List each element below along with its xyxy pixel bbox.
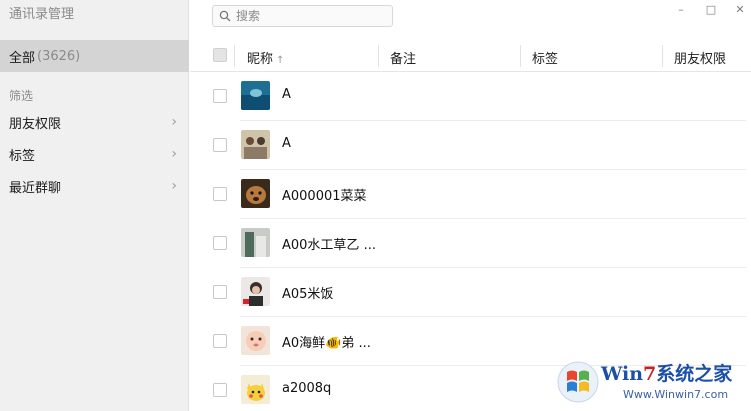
column-remark[interactable]: 备注 <box>390 48 416 67</box>
row-checkbox[interactable] <box>213 236 227 250</box>
row-checkbox[interactable] <box>213 334 227 348</box>
filter-item-permissions[interactable]: 朋友权限 › <box>0 108 189 136</box>
row-checkbox[interactable] <box>213 187 227 201</box>
nav-all-contacts[interactable]: 全部 (3626) <box>0 40 189 72</box>
search-box[interactable] <box>212 5 393 27</box>
search-icon <box>219 7 231 26</box>
close-icon[interactable]: ✕ <box>732 2 748 16</box>
table-row[interactable]: A <box>190 121 751 170</box>
contact-name: A00水工草乙 ... <box>282 238 376 253</box>
column-permissions[interactable]: 朋友权限 <box>674 48 726 67</box>
filter-item-tags[interactable]: 标签 › <box>0 140 189 168</box>
minimize-icon[interactable]: – <box>673 2 689 16</box>
sort-asc-icon: ↑ <box>276 55 285 66</box>
table-row[interactable]: A05米饭 <box>190 268 751 317</box>
avatar <box>241 81 270 110</box>
table-row[interactable]: A <box>190 72 751 121</box>
windows-logo-icon <box>557 361 599 403</box>
contact-name: A05米饭 <box>282 287 334 302</box>
avatar <box>241 375 270 404</box>
column-divider <box>378 45 379 67</box>
filter-heading: 筛选 <box>9 89 34 103</box>
row-checkbox[interactable] <box>213 285 227 299</box>
chevron-right-icon: › <box>171 146 177 162</box>
avatar <box>241 179 270 208</box>
table-row[interactable]: A000001菜菜 <box>190 170 751 219</box>
row-checkbox[interactable] <box>213 89 227 103</box>
contact-name: a2008q <box>282 381 332 396</box>
watermark-subtitle: Www.Winwin7.com <box>623 388 729 401</box>
nav-all-count: (3626) <box>37 48 81 64</box>
app-title: 通讯录管理 <box>9 7 75 22</box>
column-nickname-label: 昵称 <box>247 52 274 67</box>
filter-item-label: 最近群聊 <box>9 180 62 196</box>
table-row[interactable]: A00水工草乙 ... <box>190 219 751 268</box>
contact-name: A0海鲜🐠弟 ... <box>282 336 371 351</box>
avatar <box>241 130 270 159</box>
maximize-icon[interactable]: □ <box>703 2 719 16</box>
select-all-checkbox[interactable] <box>213 48 227 62</box>
avatar <box>241 228 270 257</box>
contact-name: A <box>282 136 291 151</box>
column-divider <box>234 45 235 67</box>
column-tags[interactable]: 标签 <box>532 48 558 67</box>
row-checkbox[interactable] <box>213 138 227 152</box>
watermark: Win7系统之家 Www.Winwin7.com <box>553 355 751 411</box>
contact-name: A000001菜菜 <box>282 189 367 204</box>
chevron-right-icon: › <box>171 114 177 130</box>
table-header: 昵称 ↑ 备注 标签 朋友权限 <box>190 40 751 72</box>
column-divider <box>520 45 521 67</box>
sidebar: 通讯录管理 全部 (3626) 筛选 朋友权限 › 标签 › 最近群聊 › <box>0 0 189 411</box>
avatar <box>241 326 270 355</box>
column-nickname[interactable]: 昵称 ↑ <box>247 48 284 67</box>
chevron-right-icon: › <box>171 178 177 194</box>
search-input[interactable] <box>236 9 386 23</box>
filter-item-label: 朋友权限 <box>9 116 62 132</box>
row-checkbox[interactable] <box>213 383 227 397</box>
contact-name: A <box>282 87 291 102</box>
nav-all-label: 全部 <box>9 50 36 66</box>
filter-item-label: 标签 <box>9 148 36 164</box>
watermark-title: Win7系统之家 <box>601 363 733 385</box>
column-divider <box>662 45 663 67</box>
avatar <box>241 277 270 306</box>
filter-item-recent-groups[interactable]: 最近群聊 › <box>0 172 189 200</box>
